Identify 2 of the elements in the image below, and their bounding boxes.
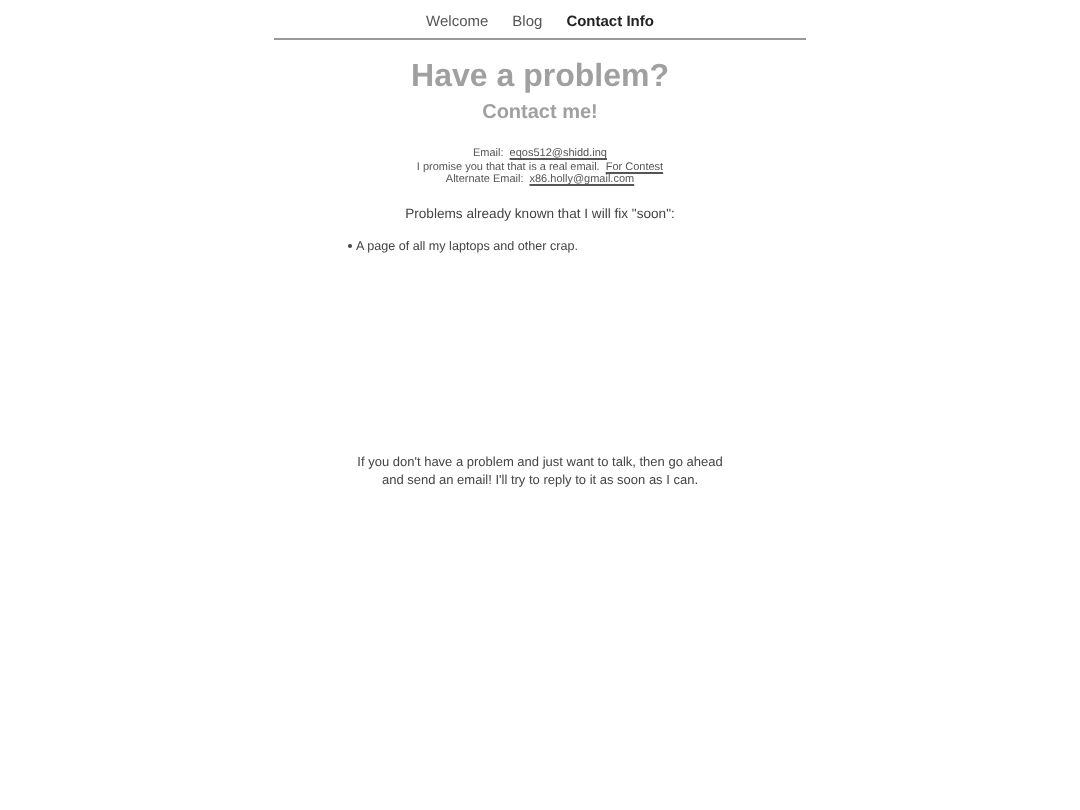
- page-subheading: Contact me!: [480, 100, 600, 128]
- page-heading: Have a problem?: [409, 58, 671, 98]
